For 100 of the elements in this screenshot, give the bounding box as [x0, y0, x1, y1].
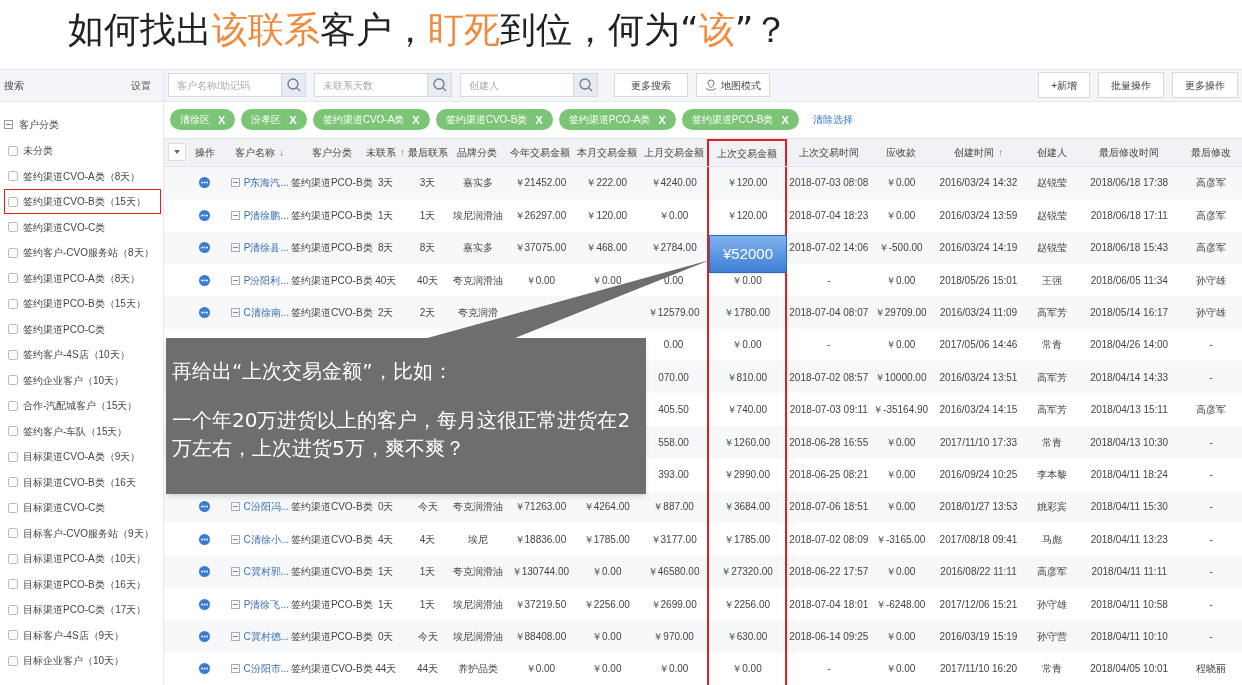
- search-field[interactable]: 创建人: [460, 73, 574, 98]
- expand-icon[interactable]: [230, 275, 240, 285]
- customer-link[interactable]: P汾阳利...: [243, 272, 289, 288]
- checkbox[interactable]: [8, 273, 18, 283]
- tree-item[interactable]: 签约客户-4S店（10天）: [0, 341, 163, 368]
- checkbox[interactable]: [8, 349, 18, 360]
- expand-icon[interactable]: [230, 534, 240, 544]
- tree-item[interactable]: 目标渠道CVO-A类（9天）: [0, 443, 163, 470]
- tree-item[interactable]: 目标渠道CVO-B类（16天: [0, 469, 163, 495]
- search-field[interactable]: 客户名称/助记码: [168, 73, 282, 98]
- more-actions-icon[interactable]: [199, 663, 211, 675]
- customer-link[interactable]: P清徐飞...: [243, 596, 289, 612]
- map-mode-button[interactable]: 地图模式: [696, 73, 770, 98]
- tree-item[interactable]: 签约渠道CVO-C类: [0, 214, 163, 240]
- tree-item[interactable]: 目标企业客户（10天）: [0, 647, 163, 674]
- column-header[interactable]: 客户分类: [299, 138, 364, 166]
- more-actions-icon[interactable]: [199, 242, 211, 254]
- checkbox[interactable]: [8, 222, 18, 232]
- checkbox[interactable]: [8, 400, 18, 411]
- more-actions-icon[interactable]: [199, 307, 211, 318]
- column-header[interactable]: 创建人: [1026, 138, 1079, 166]
- expand-icon[interactable]: [230, 210, 240, 220]
- more-actions-icon[interactable]: [199, 177, 211, 189]
- tree-item[interactable]: 目标渠道PCO-C类（17天）: [0, 596, 163, 623]
- customer-link[interactable]: C清徐南...: [243, 305, 290, 320]
- action-button[interactable]: +新增: [1038, 72, 1090, 99]
- more-actions-icon[interactable]: [199, 209, 211, 221]
- checkbox[interactable]: [8, 298, 18, 309]
- checkbox[interactable]: [8, 502, 18, 513]
- tree-item[interactable]: 目标渠道CVO-C类: [0, 494, 163, 521]
- column-header[interactable]: 本月交易金额: [573, 138, 641, 166]
- action-button[interactable]: 批量操作: [1098, 72, 1164, 99]
- customer-link[interactable]: C清徐小...: [243, 531, 290, 547]
- customer-link[interactable]: P清徐鹏...: [243, 207, 289, 223]
- tree-item[interactable]: 签约渠道CVO-A类（8天）: [0, 163, 163, 189]
- column-header[interactable]: 最后联系: [407, 138, 448, 166]
- customer-link[interactable]: P清徐县...: [243, 240, 289, 256]
- collapse-icon[interactable]: [4, 120, 13, 130]
- checkbox[interactable]: [8, 451, 18, 462]
- tree-item[interactable]: 目标客户-4S店（9天）: [0, 622, 163, 648]
- column-header[interactable]: 今年交易金额: [507, 138, 574, 166]
- tree-item[interactable]: 目标客户-CVO服务站（9天）: [0, 520, 163, 546]
- checkbox[interactable]: [8, 528, 18, 538]
- column-header[interactable]: 客户名称 ↓: [219, 138, 300, 166]
- action-button[interactable]: 更多操作: [1172, 72, 1238, 99]
- checkbox[interactable]: [8, 553, 18, 564]
- more-actions-icon[interactable]: [199, 630, 211, 642]
- search-button[interactable]: [282, 73, 306, 98]
- more-actions-icon[interactable]: [199, 566, 211, 578]
- expand-icon[interactable]: [230, 243, 240, 253]
- column-header[interactable]: 创建时间 ↑: [930, 138, 1027, 166]
- tree-item[interactable]: 目标渠道PCO-A类（10天）: [0, 545, 163, 572]
- column-header[interactable]: 未联系 ↑: [363, 138, 408, 166]
- checkbox[interactable]: [8, 247, 18, 258]
- tree-item[interactable]: 签约企业客户（10天）: [0, 367, 163, 393]
- expand-icon[interactable]: [230, 599, 240, 609]
- checkbox[interactable]: [8, 375, 18, 385]
- expand-icon[interactable]: [230, 631, 240, 641]
- checkbox[interactable]: [8, 604, 18, 615]
- column-header[interactable]: 最后修改: [1180, 138, 1242, 166]
- expand-icon[interactable]: [230, 308, 240, 317]
- column-header[interactable]: 上次交易金额: [707, 138, 787, 166]
- more-search-button[interactable]: 更多搜索: [614, 73, 688, 98]
- column-header[interactable]: 应收款: [870, 138, 931, 166]
- customer-link[interactable]: C冀村郭...: [243, 564, 290, 580]
- column-header[interactable]: 上次交易时间: [786, 138, 871, 166]
- tree-item[interactable]: 签约客户-CVO服务站（8天）: [0, 239, 163, 266]
- tree-item[interactable]: 目标渠道PCO-B类（16天）: [0, 571, 163, 597]
- expand-icon[interactable]: [230, 502, 240, 512]
- checkbox[interactable]: [8, 426, 18, 436]
- tree-item[interactable]: 签约渠道PCO-B类（15天）: [0, 290, 163, 317]
- search-button[interactable]: [428, 73, 452, 98]
- column-menu-button[interactable]: [167, 143, 186, 162]
- checkbox[interactable]: [8, 145, 18, 156]
- tree-item[interactable]: 合作-汽配城客户（15天）: [0, 392, 163, 419]
- search-button[interactable]: [574, 73, 598, 98]
- checkbox[interactable]: [8, 171, 18, 181]
- checkbox[interactable]: [8, 324, 18, 334]
- highlighted-tree-item[interactable]: 签约渠道CVO-B类（15天）: [4, 188, 161, 215]
- more-actions-icon[interactable]: [199, 274, 211, 286]
- column-header[interactable]: 品牌分类: [447, 138, 508, 166]
- customer-link[interactable]: C冀村德...: [243, 628, 290, 644]
- column-header[interactable]: 上月交易金额: [640, 138, 708, 166]
- checkbox[interactable]: [8, 655, 18, 666]
- checkbox[interactable]: [8, 196, 18, 207]
- checkbox[interactable]: [8, 630, 18, 640]
- column-header[interactable]: 最后修改时间: [1078, 138, 1181, 166]
- tree-item[interactable]: 签约渠道PCO-A类（8天）: [0, 265, 163, 291]
- search-field[interactable]: 未联系天数: [314, 73, 428, 98]
- more-actions-icon[interactable]: [199, 501, 211, 513]
- expand-icon[interactable]: [230, 178, 240, 188]
- settings-link[interactable]: 设置: [131, 77, 159, 93]
- customer-link[interactable]: P东海汽...: [243, 175, 289, 191]
- customer-link[interactable]: C汾阳冯...: [243, 499, 290, 515]
- expand-icon[interactable]: [230, 664, 240, 674]
- checkbox[interactable]: [8, 477, 18, 487]
- tree-item[interactable]: 未分类: [0, 137, 163, 164]
- more-actions-icon[interactable]: [199, 598, 211, 610]
- customer-link[interactable]: C汾阳市...: [243, 661, 290, 677]
- tree-group-label[interactable]: 客户分类: [19, 117, 59, 133]
